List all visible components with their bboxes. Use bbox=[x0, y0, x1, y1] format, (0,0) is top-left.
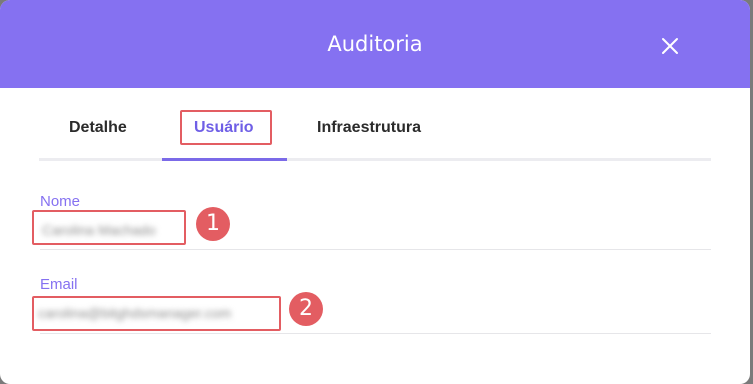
marker-1: 1 bbox=[196, 207, 230, 241]
tab-label: Detalhe bbox=[69, 119, 127, 136]
divider bbox=[40, 333, 711, 334]
modal-header: Auditoria bbox=[0, 0, 750, 88]
email-label: Email bbox=[40, 276, 78, 293]
modal-title: Auditoria bbox=[327, 32, 423, 56]
marker-2: 2 bbox=[289, 292, 323, 326]
tab-bar: Detalhe Usuário Infraestrutura bbox=[39, 103, 711, 161]
close-icon[interactable] bbox=[659, 35, 681, 57]
audit-modal: Auditoria Detalhe Usuário Infraestrutura… bbox=[0, 0, 750, 384]
divider bbox=[40, 249, 711, 250]
tab-usuario[interactable]: Usuário bbox=[162, 103, 287, 161]
tab-detalhe[interactable]: Detalhe bbox=[39, 103, 162, 158]
tab-label: Infraestrutura bbox=[317, 119, 422, 136]
name-label: Nome bbox=[40, 193, 81, 210]
tab-label: Usuário bbox=[194, 119, 254, 136]
tab-infraestrutura[interactable]: Infraestrutura bbox=[287, 103, 457, 158]
email-value: carolina@bitghdsmanager.com bbox=[38, 305, 232, 321]
name-value: Carolina Machado bbox=[42, 222, 156, 238]
